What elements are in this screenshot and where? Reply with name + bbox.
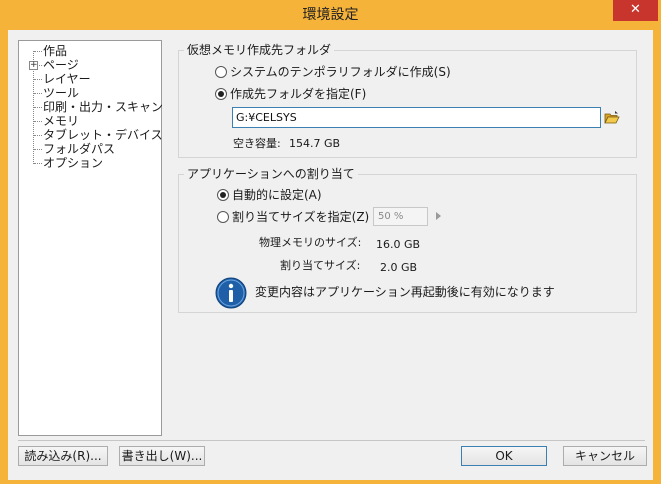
allocation-size-input[interactable]: 50 % — [373, 207, 428, 226]
radio-auto-allocate[interactable] — [217, 189, 229, 201]
restart-notice: 変更内容はアプリケーション再起動後に有効になります — [255, 285, 555, 299]
export-button[interactable]: 書き出し(W)... — [119, 446, 205, 466]
separator — [18, 440, 645, 441]
expand-icon[interactable]: + — [29, 61, 38, 70]
physical-memory-value: 16.0 GB — [376, 238, 421, 251]
tree-item-tool[interactable]: ツール — [43, 86, 79, 100]
tree-item-artwork[interactable]: 作品 — [43, 44, 67, 58]
cancel-button[interactable]: キャンセル — [563, 446, 647, 466]
window-title: 環境設定 — [302, 7, 359, 23]
tree-connector — [39, 65, 42, 66]
spin-arrow-icon[interactable] — [436, 212, 441, 220]
info-icon — [215, 277, 247, 309]
assigned-size-value: 2.0 GB — [380, 261, 418, 274]
window-frame-left — [0, 30, 8, 484]
window-frame-bottom — [0, 480, 661, 484]
radio-temp-folder[interactable] — [215, 66, 227, 78]
tree-connector — [34, 149, 42, 150]
radio-temp-folder-label[interactable]: システムのテンポラリフォルダに作成(S) — [230, 65, 451, 79]
radio-auto-allocate-label[interactable]: 自動的に設定(A) — [232, 188, 322, 202]
category-tree[interactable]: + 作品 ページ レイヤー ツール 印刷・出力・スキャン メモリ タブレット・デ… — [18, 40, 163, 436]
import-button[interactable]: 読み込み(R)... — [18, 446, 108, 466]
tree-connector — [34, 51, 42, 52]
window-frame-right — [653, 30, 661, 484]
tree-connector — [34, 121, 42, 122]
close-button[interactable]: ✕ — [613, 0, 658, 21]
radio-specify-size[interactable] — [217, 211, 229, 223]
radio-specify-folder-label[interactable]: 作成先フォルダを指定(F) — [230, 87, 366, 101]
tree-connector — [34, 79, 42, 80]
radio-specify-folder[interactable] — [215, 88, 227, 100]
tree-connector — [34, 93, 42, 94]
free-space-value: 154.7 GB — [289, 137, 341, 150]
folder-open-icon[interactable] — [603, 109, 621, 127]
tree-item-print[interactable]: 印刷・出力・スキャン — [43, 100, 163, 114]
tree-connector — [34, 135, 42, 136]
tree-connector — [34, 163, 42, 164]
tree-item-memory[interactable]: メモリ — [43, 114, 79, 128]
tree-item-page[interactable]: ページ — [43, 58, 79, 72]
tree-item-folder-path[interactable]: フォルダパス — [43, 142, 115, 156]
assigned-size-label: 割り当てサイズ: — [280, 259, 361, 272]
vm-folder-legend: 仮想メモリ作成先フォルダ — [184, 43, 335, 57]
dialog-content: + 作品 ページ レイヤー ツール 印刷・出力・スキャン メモリ タブレット・デ… — [8, 30, 653, 480]
tree-item-option[interactable]: オプション — [43, 156, 103, 170]
allocation-legend: アプリケーションへの割り当て — [184, 167, 358, 181]
tree-item-tablet[interactable]: タブレット・デバイス — [43, 128, 163, 142]
tree-connector — [34, 107, 42, 108]
ok-button[interactable]: OK — [461, 446, 547, 466]
free-space-label: 空き容量: — [233, 137, 281, 150]
radio-specify-size-label[interactable]: 割り当てサイズを指定(Z) — [232, 210, 369, 224]
folder-path-input[interactable] — [232, 107, 601, 128]
tree-item-layer[interactable]: レイヤー — [43, 72, 91, 86]
physical-memory-label: 物理メモリのサイズ: — [259, 236, 362, 249]
